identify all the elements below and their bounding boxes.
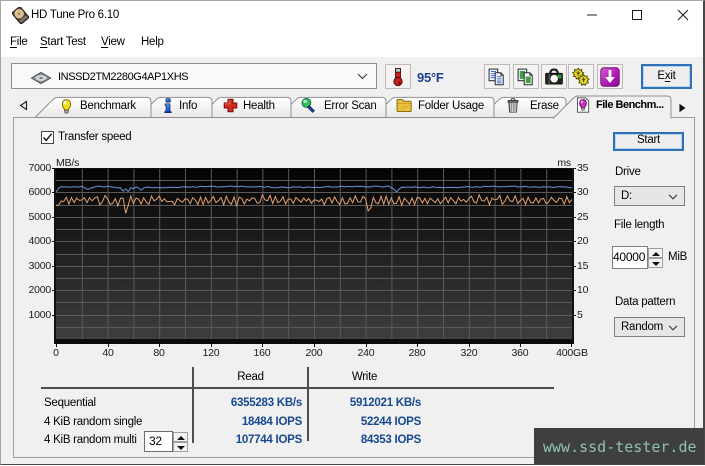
y-right-tick-label: 20 <box>577 235 589 247</box>
tab-error-scan[interactable]: Error Scan <box>324 100 377 112</box>
triangle-up-icon <box>652 252 660 256</box>
y-left-tick-label: 1000 <box>28 309 51 321</box>
spin-up-button[interactable] <box>173 432 188 442</box>
y-right-tick-label: 30 <box>577 186 589 198</box>
watermark: www.ssd-tester.de <box>534 428 704 464</box>
x-tick-label: 200 <box>305 347 323 359</box>
result-row-label: 4 KiB random multi <box>44 434 137 446</box>
tab-health[interactable]: Health <box>243 100 275 112</box>
x-tick-label: 80 <box>153 347 165 359</box>
file-length-spinner <box>648 248 663 269</box>
y-left-tick-label: 5000 <box>28 211 51 223</box>
result-read-value: 6355283 KB/s <box>230 397 302 409</box>
x-tick-label: 0 <box>53 347 59 359</box>
tab-file-benchmark[interactable]: File Benchm... <box>596 99 664 111</box>
file-length-unit: MiB <box>668 251 688 263</box>
result-write-value: 84353 IOPS <box>360 434 421 446</box>
chevron-down-icon <box>668 194 678 200</box>
x-tick-label: 320 <box>460 347 478 359</box>
file-length-label: File length <box>614 219 665 231</box>
result-write-value: 52244 IOPS <box>360 416 421 428</box>
app-window: HD Tune Pro 6.10 File Start Test View He… <box>0 0 705 465</box>
y-left-tick-label: 4000 <box>28 235 51 247</box>
results-header-rule <box>41 387 554 389</box>
x-tick-label: 280 <box>408 347 426 359</box>
tab-info[interactable]: Info <box>179 100 197 112</box>
results-write-header: Write <box>351 371 378 383</box>
y-right-tick-label: 10 <box>577 284 589 296</box>
spin-down-button[interactable] <box>173 442 188 452</box>
error-scan-tab-magnifier-icon <box>301 98 315 113</box>
result-read-value: 107744 IOPS <box>235 434 303 446</box>
y-right-tick-label: 15 <box>577 260 589 272</box>
file-benchmark-tab-icon <box>577 97 590 113</box>
y-left-axis-unit: MB/s <box>56 157 80 169</box>
y-left-tick-label: 2000 <box>28 284 51 296</box>
result-row-label: 4 KiB random single <box>44 416 143 428</box>
data-pattern-label: Data pattern <box>615 296 676 308</box>
tab-scroll-left-button[interactable] <box>15 98 33 113</box>
file-length-input[interactable]: 40000 <box>612 246 648 269</box>
benchmark-tab-bulb-icon <box>61 99 72 114</box>
drive-label: Drive <box>615 166 641 178</box>
watermark-text: www.ssd-tester.de <box>543 438 697 456</box>
spin-up-button[interactable] <box>648 248 663 258</box>
results-read-header: Read <box>237 371 264 383</box>
thread-count-spinner <box>173 432 188 452</box>
y-left-tick-label: 7000 <box>28 162 51 174</box>
x-end-tick-label: 400GB <box>556 347 588 359</box>
erase-tab-trash-icon <box>507 98 519 113</box>
y-left-tick-label: 3000 <box>28 260 51 272</box>
y-right-tick-label: 25 <box>577 211 589 223</box>
triangle-down-icon <box>177 446 185 450</box>
chart-gridlines <box>56 168 572 339</box>
triangle-up-icon <box>177 436 185 440</box>
data-pattern-dropdown[interactable]: Random <box>614 317 685 337</box>
tab-folder-usage[interactable]: Folder Usage <box>418 100 484 112</box>
tab-erase[interactable]: Erase <box>530 100 559 112</box>
y-right-tick-label: 5 <box>577 309 583 321</box>
result-write-value: 5912021 KB/s <box>349 397 421 409</box>
start-button[interactable]: Start <box>613 132 684 151</box>
x-tick-label: 40 <box>102 347 114 359</box>
tab-strip: Benchmark Info Health Error Scan Folder … <box>1 95 703 119</box>
info-tab-icon <box>164 98 172 113</box>
thread-count-input[interactable]: 32 <box>144 431 173 452</box>
drive-value: D: <box>621 190 632 202</box>
y-left-tick-label: 6000 <box>28 186 51 198</box>
health-tab-cross-icon <box>223 98 238 113</box>
triangle-down-icon <box>652 262 660 266</box>
tab-benchmark[interactable]: Benchmark <box>80 100 136 112</box>
chevron-down-icon <box>668 325 678 331</box>
x-tick-label: 360 <box>511 347 529 359</box>
folder-usage-tab-folder-icon <box>396 98 412 113</box>
tab-scroll-right-button[interactable] <box>676 103 688 113</box>
y-right-axis-unit: ms <box>557 157 571 169</box>
x-tick-label: 240 <box>357 347 375 359</box>
result-read-value: 18484 IOPS <box>241 416 302 428</box>
y-right-tick-label: 35 <box>577 162 589 174</box>
data-pattern-value: Random <box>621 321 663 333</box>
x-tick-label: 120 <box>202 347 220 359</box>
result-row-label: Sequential <box>44 397 96 409</box>
drive-dropdown[interactable]: D: <box>614 186 685 206</box>
x-tick-label: 160 <box>253 347 271 359</box>
spin-down-button[interactable] <box>648 258 663 268</box>
